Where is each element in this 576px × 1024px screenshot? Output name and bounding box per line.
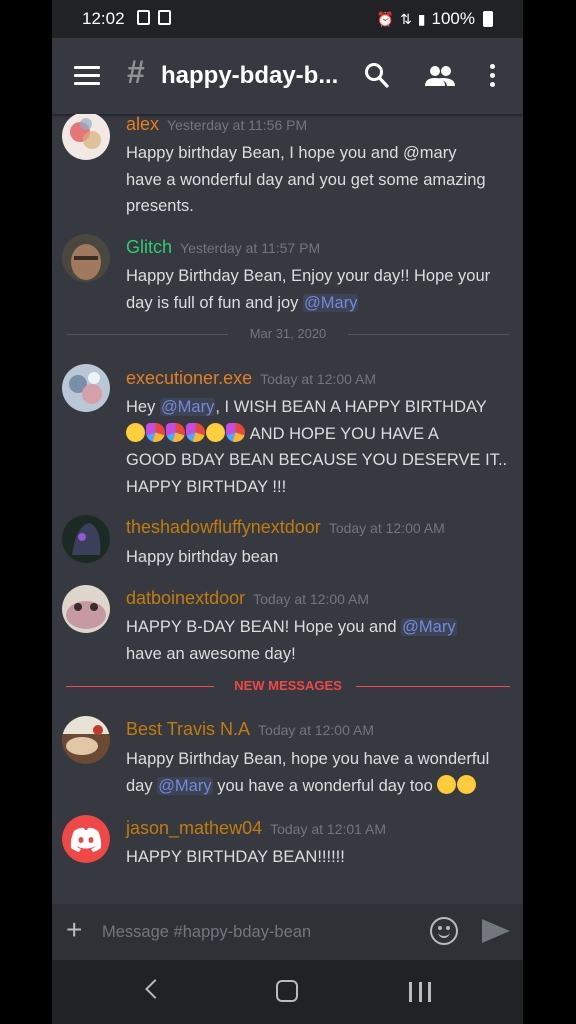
- timestamp: Today at 12:00 AM: [253, 591, 370, 607]
- channel-title[interactable]: happy-bday-b...: [161, 62, 338, 90]
- emoji-party-face: [206, 422, 225, 442]
- android-nav-bar: [52, 960, 523, 1024]
- status-bar: 12:02 ⏰ ⇅ ▮ 100%: [52, 0, 523, 38]
- recents-icon[interactable]: [409, 982, 431, 1002]
- emoji-smiling-face: [437, 774, 457, 794]
- date-divider: Mar 31, 2020: [66, 324, 510, 344]
- send-icon[interactable]: [482, 919, 510, 943]
- message-text: Hey @Mary, I WISH BEAN A HAPPY BIRTHDAY …: [126, 398, 508, 496]
- channel-hash-icon: #: [127, 54, 145, 90]
- emoji-icon[interactable]: [430, 917, 458, 945]
- emoji-party-face: [126, 422, 145, 442]
- avatar-theshadowfluffynextdoor[interactable]: [62, 515, 110, 563]
- message-text: Happy Birthday Bean, hope you have a won…: [126, 750, 490, 795]
- wifi-icon: ⇅: [400, 10, 412, 27]
- mention[interactable]: @Mary: [303, 293, 359, 312]
- battery-icon: [483, 11, 493, 27]
- discord-logo-avatar[interactable]: [62, 815, 110, 863]
- timestamp: Yesterday at 11:56 PM: [167, 117, 308, 133]
- mention[interactable]: @Mary: [401, 618, 457, 636]
- signal-icon: ▮: [417, 10, 426, 27]
- message-text: HAPPY B-DAY BEAN! Hope you and @Mary hav…: [126, 618, 457, 663]
- emoji-party-popper: [146, 422, 165, 442]
- gallery-notification-icon: [137, 10, 150, 25]
- emoji-party-popper: [226, 422, 245, 442]
- username[interactable]: Glitch Yesterday at 11:57 PM: [126, 237, 320, 258]
- avatar-best-travis[interactable]: [62, 716, 110, 764]
- username[interactable]: alex Yesterday at 11:56 PM: [126, 114, 307, 135]
- avatar-glitch[interactable]: [62, 234, 110, 282]
- back-icon[interactable]: [145, 979, 165, 999]
- timestamp: Yesterday at 11:57 PM: [180, 240, 321, 256]
- timestamp: Today at 12:00 AM: [258, 722, 374, 738]
- emoji-party-popper: [166, 422, 185, 442]
- sim-notification-icon: [158, 10, 171, 25]
- avatar-alex[interactable]: [62, 114, 110, 160]
- channel-header: # happy-bday-b...: [52, 38, 523, 114]
- message-input[interactable]: Message #happy-bday-bean: [102, 923, 311, 942]
- status-time: 12:02: [82, 9, 125, 28]
- mention[interactable]: @Mary: [157, 776, 213, 795]
- message-text: Happy Birthday Bean, Enjoy your day!! Ho…: [126, 267, 491, 312]
- username[interactable]: theshadowfluffynextdoor Today at 12:00 AM: [126, 517, 445, 538]
- more-icon[interactable]: [488, 64, 496, 88]
- timestamp: Today at 12:01 AM: [270, 821, 387, 837]
- search-icon[interactable]: [364, 62, 390, 90]
- mention[interactable]: @Mary: [159, 398, 216, 416]
- members-icon[interactable]: [424, 64, 456, 88]
- username[interactable]: datboinextdoor Today at 12:00 AM: [126, 588, 369, 609]
- username[interactable]: jason_mathew04 Today at 12:01 AM: [126, 818, 386, 839]
- avatar-executioner[interactable]: [62, 364, 110, 412]
- message-text: Happy birthday bean: [126, 548, 279, 566]
- message-text: Happy birthday Bean, I hope you and @mar…: [126, 144, 486, 215]
- phone-screen: 12:02 ⏰ ⇅ ▮ 100% # happy-bday-b... alex …: [52, 0, 523, 1024]
- battery-percent: 100%: [431, 9, 475, 28]
- emoji-party-popper: [186, 422, 205, 442]
- plus-icon[interactable]: +: [66, 914, 82, 946]
- emoji-smiling-face: [457, 774, 477, 794]
- avatar-datboinextdoor[interactable]: [62, 585, 110, 633]
- username[interactable]: Best Travis N.A Today at 12:00 AM: [126, 719, 374, 740]
- message-list[interactable]: alex Yesterday at 11:56 PM Happy birthday…: [52, 114, 523, 904]
- menu-icon[interactable]: [74, 66, 100, 86]
- new-messages-divider: NEW MESSAGES: [66, 676, 510, 696]
- alarm-icon: ⏰: [376, 10, 395, 27]
- home-icon[interactable]: [276, 980, 298, 1002]
- timestamp: Today at 12:00 AM: [328, 520, 445, 536]
- timestamp: Today at 12:00 AM: [260, 371, 377, 387]
- message-input-bar: + Message #happy-bday-bean: [52, 904, 523, 960]
- username[interactable]: executioner.exe Today at 12:00 AM: [126, 368, 376, 389]
- message-text: HAPPY BIRTHDAY BEAN!!!!!!: [126, 848, 345, 866]
